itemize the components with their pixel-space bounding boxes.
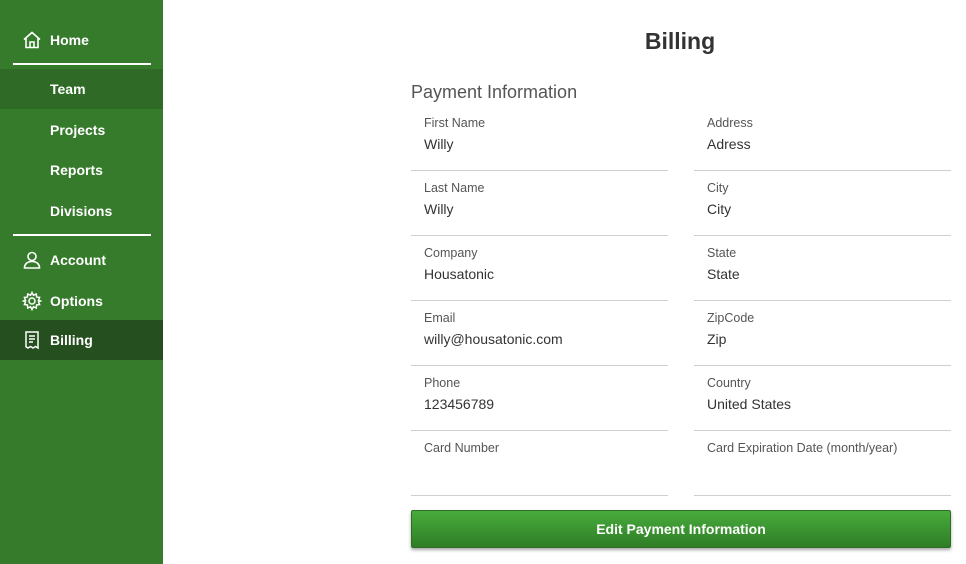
field-value: Zip	[707, 331, 727, 347]
field-label: Card Number	[424, 441, 500, 455]
field-label: State	[707, 246, 737, 260]
field-value: State	[707, 266, 740, 282]
country-field[interactable]: Country United States	[694, 366, 951, 431]
gear-icon	[22, 291, 42, 311]
sidebar-item-account[interactable]: Account	[0, 240, 163, 280]
field-label: First Name	[424, 116, 486, 130]
sidebar-divider	[13, 234, 151, 236]
field-value: willy@housatonic.com	[424, 331, 563, 347]
sidebar-item-label: Billing	[50, 332, 93, 348]
company-field[interactable]: Company Housatonic	[411, 236, 668, 301]
phone-field[interactable]: Phone 123456789	[411, 366, 668, 431]
field-label: Last Name	[424, 181, 485, 195]
sidebar-item-label: Home	[50, 32, 89, 48]
field-label: Company	[424, 246, 478, 260]
sidebar-item-label: Team	[50, 81, 86, 97]
home-icon	[22, 30, 42, 50]
field-label: Email	[424, 311, 456, 325]
field-label: Card Expiration Date (month/year)	[707, 441, 898, 455]
page-title: Billing	[644, 28, 716, 54]
sidebar-item-label: Projects	[50, 122, 106, 138]
city-field[interactable]: City City	[694, 171, 951, 236]
sidebar: Home Team Projects Reports Divisions Acc…	[0, 0, 163, 564]
field-value: Housatonic	[424, 266, 495, 282]
sidebar-item-label: Divisions	[50, 203, 113, 219]
sidebar-item-team[interactable]: Team	[0, 69, 163, 109]
field-value: Willy	[424, 201, 454, 217]
sidebar-item-home[interactable]: Home	[0, 20, 163, 60]
last-name-field[interactable]: Last Name Willy	[411, 171, 668, 236]
field-label: Address	[707, 116, 753, 130]
receipt-icon	[22, 330, 42, 350]
sidebar-item-options[interactable]: Options	[0, 281, 163, 321]
card-number-field[interactable]: Card Number	[411, 431, 668, 496]
state-field[interactable]: State State	[694, 236, 951, 301]
first-name-field[interactable]: First Name Willy	[411, 106, 668, 171]
sidebar-item-projects[interactable]: Projects	[0, 110, 163, 150]
person-icon	[22, 250, 42, 270]
sidebar-divider	[13, 63, 151, 65]
field-label: City	[707, 181, 729, 195]
field-value: City	[707, 201, 732, 217]
address-field[interactable]: Address Adress	[694, 106, 951, 171]
sidebar-item-reports[interactable]: Reports	[0, 150, 163, 190]
field-label: Country	[707, 376, 751, 390]
field-value: Adress	[707, 136, 751, 152]
section-title: Payment Information	[411, 82, 578, 102]
email-field[interactable]: Email willy@housatonic.com	[411, 301, 668, 366]
field-label: ZipCode	[707, 311, 755, 325]
sidebar-item-label: Account	[50, 252, 106, 268]
sidebar-item-billing[interactable]: Billing	[0, 320, 163, 360]
field-value: United States	[707, 396, 792, 412]
sidebar-item-divisions[interactable]: Divisions	[0, 191, 163, 231]
card-expiration-field[interactable]: Card Expiration Date (month/year)	[694, 431, 951, 496]
edit-payment-button[interactable]: Edit Payment Information	[411, 510, 951, 548]
field-value: Willy	[424, 136, 454, 152]
sidebar-item-label: Options	[50, 293, 103, 309]
zipcode-field[interactable]: ZipCode Zip	[694, 301, 951, 366]
sidebar-item-label: Reports	[50, 162, 103, 178]
field-value: 123456789	[424, 396, 495, 412]
field-label: Phone	[424, 376, 461, 390]
